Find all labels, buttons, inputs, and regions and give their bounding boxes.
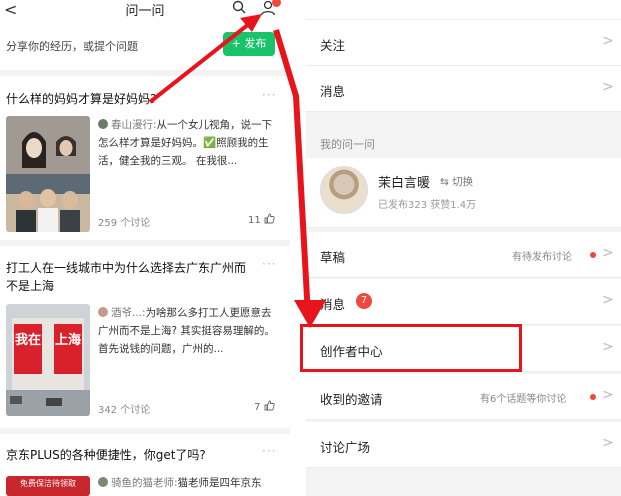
arrowhead-creator-center <box>294 300 326 328</box>
arrow-to-user-icon <box>148 18 256 104</box>
annotation-arrows <box>148 14 326 328</box>
arrow-to-creator-center <box>273 29 311 317</box>
